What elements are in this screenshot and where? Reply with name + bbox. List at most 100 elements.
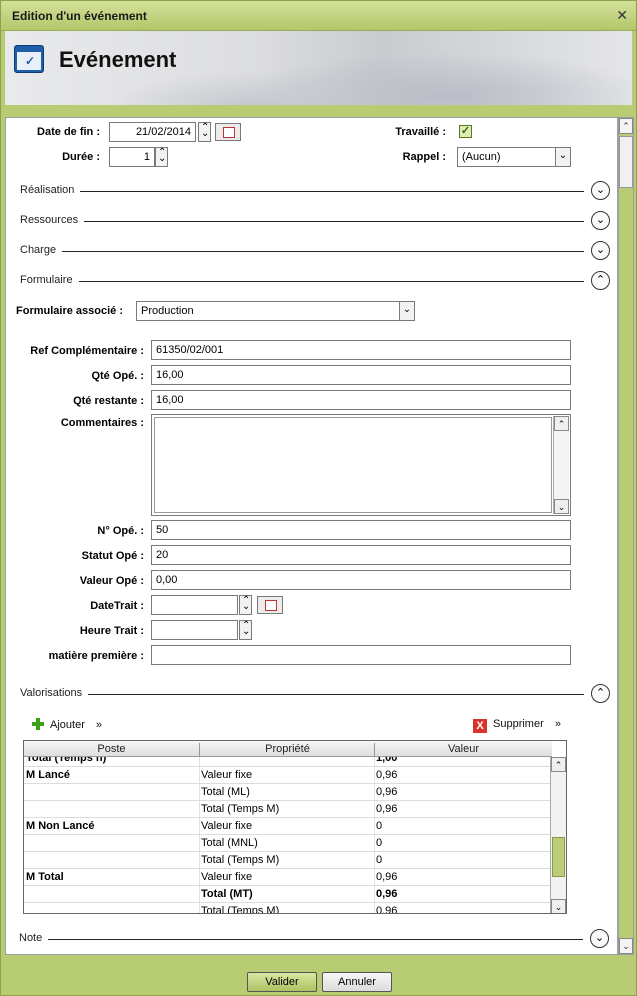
commentaires-textarea[interactable]: ⌃ ⌄ xyxy=(151,414,571,516)
cell-propriete: Total (MT) xyxy=(201,888,253,900)
qte-ope-input[interactable]: 16,00 xyxy=(151,365,571,385)
statut-ope-label: Statut Opé : xyxy=(81,550,144,562)
datetrait-spinner[interactable] xyxy=(239,595,252,615)
cell-valeur: 0 xyxy=(376,854,383,866)
grid-header: Poste Propriété Valeur xyxy=(24,741,552,759)
date-fin-label: Date de fin : xyxy=(37,126,100,138)
datetrait-calendar-button[interactable] xyxy=(257,596,283,614)
section-ressources[interactable]: Ressources ⌄ xyxy=(20,211,610,231)
scroll-down-icon[interactable]: ⌄ xyxy=(554,499,569,514)
table-row[interactable]: Total (ML) 0,96 xyxy=(24,784,552,801)
cell-propriete: Total (MNL) xyxy=(201,837,258,849)
travaille-checkbox[interactable]: ✓ xyxy=(459,125,472,138)
grid-scrollbar[interactable]: ⌃ ⌄ xyxy=(550,757,566,913)
valeur-ope-label: Valeur Opé : xyxy=(79,575,144,587)
section-realisation[interactable]: Réalisation ⌄ xyxy=(20,181,610,201)
collapse-icon[interactable]: ⌃ xyxy=(591,684,610,703)
main-scrollbar[interactable]: ⌃ ⌄ xyxy=(618,117,634,955)
cell-propriete: Valeur fixe xyxy=(201,820,253,832)
expand-icon[interactable]: ⌄ xyxy=(591,181,610,200)
cell-propriete: Total (Temps M) xyxy=(201,854,280,866)
date-fin-spinner[interactable] xyxy=(198,122,211,142)
travaille-label: Travaillé : xyxy=(395,126,446,138)
rappel-select[interactable]: (Aucun) xyxy=(457,147,557,167)
cancel-button[interactable]: Annuler xyxy=(322,972,392,992)
datetrait-label: DateTrait : xyxy=(90,600,144,612)
scroll-up-icon[interactable]: ⌃ xyxy=(551,757,566,772)
scroll-down-icon[interactable]: ⌄ xyxy=(619,938,633,954)
valeur-ope-input[interactable]: 0,00 xyxy=(151,570,571,590)
heure-trait-label: Heure Trait : xyxy=(79,625,144,637)
textarea-scrollbar[interactable]: ⌃ ⌄ xyxy=(553,416,569,514)
collapse-icon[interactable]: ⌃ xyxy=(591,271,610,290)
cell-propriete: Total (ML) xyxy=(201,786,250,798)
cell-propriete: Total (Temps M) xyxy=(201,905,280,914)
chevron-down-icon: » xyxy=(95,719,103,731)
table-row[interactable]: M Lancé Valeur fixe 0,96 xyxy=(24,767,552,784)
cell-valeur: 0,96 xyxy=(376,871,398,883)
no-ope-input[interactable]: 50 xyxy=(151,520,571,540)
header-banner: Evénement xyxy=(5,31,632,105)
heure-trait-input[interactable] xyxy=(151,620,238,640)
validate-button[interactable]: Valider xyxy=(247,972,317,992)
section-charge[interactable]: Charge ⌄ xyxy=(20,241,610,261)
formulaire-associe-label: Formulaire associé : xyxy=(16,305,123,317)
section-formulaire[interactable]: Formulaire ⌃ xyxy=(20,271,610,291)
scroll-up-icon[interactable]: ⌃ xyxy=(554,416,569,431)
formulaire-associe-select[interactable]: Production xyxy=(136,301,400,321)
duree-label: Durée : xyxy=(62,151,100,163)
statut-ope-input[interactable]: 20 xyxy=(151,545,571,565)
delete-button[interactable]: X Supprimer » xyxy=(473,718,561,733)
close-icon[interactable]: ✕ xyxy=(616,7,628,24)
column-header-valeur[interactable]: Valeur xyxy=(375,743,552,755)
qte-restante-label: Qté restante : xyxy=(73,395,144,407)
duree-spinner[interactable] xyxy=(155,147,168,167)
section-valorisations[interactable]: Valorisations ⌃ xyxy=(20,684,610,704)
duree-input[interactable]: 1 xyxy=(109,147,155,167)
table-row[interactable]: M Non Lancé Valeur fixe 0 xyxy=(24,818,552,835)
matiere-premiere-input[interactable] xyxy=(151,645,571,665)
cell-valeur: 0,96 xyxy=(376,769,398,781)
expand-icon[interactable]: ⌄ xyxy=(590,929,609,948)
rappel-label: Rappel : xyxy=(402,151,446,163)
chevron-down-icon[interactable]: ⌄ xyxy=(399,301,415,321)
date-fin-calendar-button[interactable] xyxy=(215,123,241,141)
scroll-thumb[interactable] xyxy=(552,837,565,877)
scroll-down-icon[interactable]: ⌄ xyxy=(551,899,566,913)
column-header-propriete[interactable]: Propriété xyxy=(200,743,375,755)
expand-icon[interactable]: ⌄ xyxy=(591,241,610,260)
cell-valeur: 0,96 xyxy=(376,888,398,900)
scroll-thumb[interactable] xyxy=(619,136,633,188)
page-title: Evénement xyxy=(59,47,177,72)
cell-poste: Total (Temps h) xyxy=(26,757,107,764)
table-row[interactable]: M Total Valeur fixe 0,96 xyxy=(24,869,552,886)
qte-ope-label: Qté Opé. : xyxy=(91,370,144,382)
table-row[interactable]: Total (Temps M) 0,96 xyxy=(24,801,552,818)
valorisations-grid[interactable]: Poste Propriété Valeur Total (Temps h) 1,… xyxy=(23,740,567,914)
table-row[interactable]: Total (Temps M) 0 xyxy=(24,852,552,869)
table-row[interactable]: Total (Temps M) 0,96 xyxy=(24,903,552,914)
cell-poste: M Total xyxy=(26,871,64,883)
table-row[interactable]: Total (Temps h) 1,00 xyxy=(24,757,552,767)
cell-valeur: 0,96 xyxy=(376,803,398,815)
dialog-title: Edition d'un événement xyxy=(12,9,147,23)
chevron-down-icon[interactable]: ⌄ xyxy=(555,147,571,167)
date-fin-input[interactable]: 21/02/2014 xyxy=(109,122,196,142)
qte-restante-input[interactable]: 16,00 xyxy=(151,390,571,410)
dialog-titlebar[interactable]: Edition d'un événement ✕ xyxy=(1,1,636,31)
cell-poste: M Non Lancé xyxy=(26,820,95,832)
section-note[interactable]: Note ⌄ xyxy=(19,929,609,949)
scroll-up-icon[interactable]: ⌃ xyxy=(619,118,633,134)
add-button[interactable]: Ajouter » xyxy=(32,718,102,731)
heure-trait-spinner[interactable] xyxy=(239,620,252,640)
cell-propriete: Valeur fixe xyxy=(201,871,253,883)
plus-icon xyxy=(32,718,44,730)
table-row[interactable]: Total (MT) 0,96 xyxy=(24,886,552,903)
table-row[interactable]: Total (MNL) 0 xyxy=(24,835,552,852)
ref-input[interactable]: 61350/02/001 xyxy=(151,340,571,360)
datetrait-input[interactable] xyxy=(151,595,238,615)
cell-valeur: 1,00 xyxy=(376,757,398,764)
expand-icon[interactable]: ⌄ xyxy=(591,211,610,230)
commentaires-label: Commentaires : xyxy=(60,417,144,429)
column-header-poste[interactable]: Poste xyxy=(24,743,199,755)
